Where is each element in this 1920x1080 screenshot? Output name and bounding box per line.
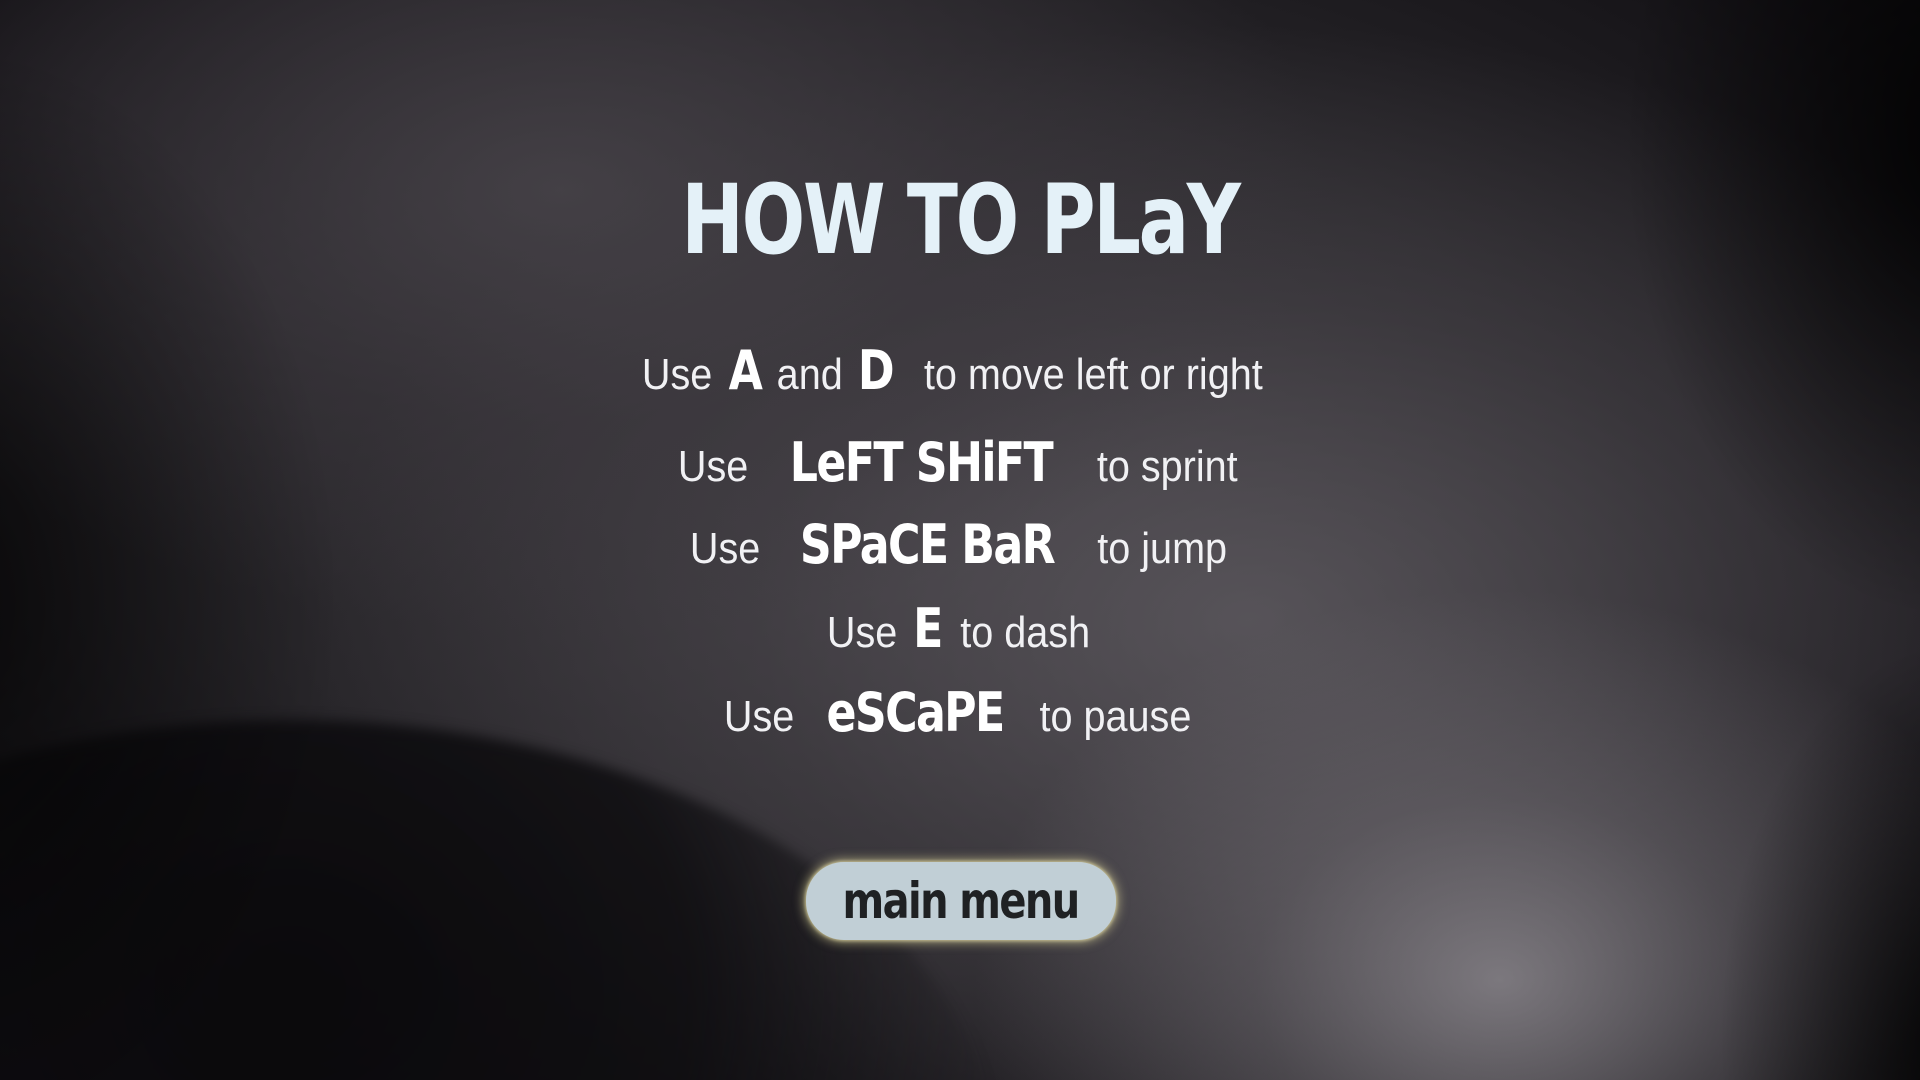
key-label-e: E xyxy=(912,597,943,660)
key-label-a: A xyxy=(728,339,762,402)
instruction-suffix: to move left or right xyxy=(924,350,1264,399)
instruction-jump: Use SPaCE BaR to jump xyxy=(0,518,1920,572)
instruction-suffix: to pause xyxy=(1039,692,1192,741)
instruction-prefix: Use xyxy=(678,442,749,491)
instruction-connector: and xyxy=(776,350,843,399)
instruction-pause: Use eSCaPE to pause xyxy=(0,686,1920,740)
instruction-dash: Use E to dash xyxy=(0,602,1920,656)
main-menu-button[interactable]: main menu xyxy=(806,862,1116,940)
key-label-left-shift: LeFT SHiFT xyxy=(789,431,1054,494)
instruction-suffix: to dash xyxy=(959,608,1090,657)
main-menu-button-label: main menu xyxy=(842,872,1081,930)
how-to-play-screen: HOW TO PLaY Use A and D to move left or … xyxy=(0,0,1920,1080)
instruction-sprint: Use LeFT SHiFT to sprint xyxy=(0,436,1920,490)
key-label-d: D xyxy=(858,339,895,402)
instruction-suffix: to jump xyxy=(1097,524,1228,573)
instruction-move: Use A and D to move left or right xyxy=(0,344,1920,398)
instruction-prefix: Use xyxy=(641,350,713,399)
key-label-escape: eSCaPE xyxy=(826,681,1005,744)
instruction-prefix: Use xyxy=(689,524,760,573)
instruction-suffix: to sprint xyxy=(1096,442,1238,491)
key-label-space-bar: SPaCE BaR xyxy=(799,513,1056,576)
page-title: HOW TO PLaY xyxy=(681,164,1241,276)
instruction-prefix: Use xyxy=(724,692,795,741)
instruction-prefix: Use xyxy=(826,608,898,657)
